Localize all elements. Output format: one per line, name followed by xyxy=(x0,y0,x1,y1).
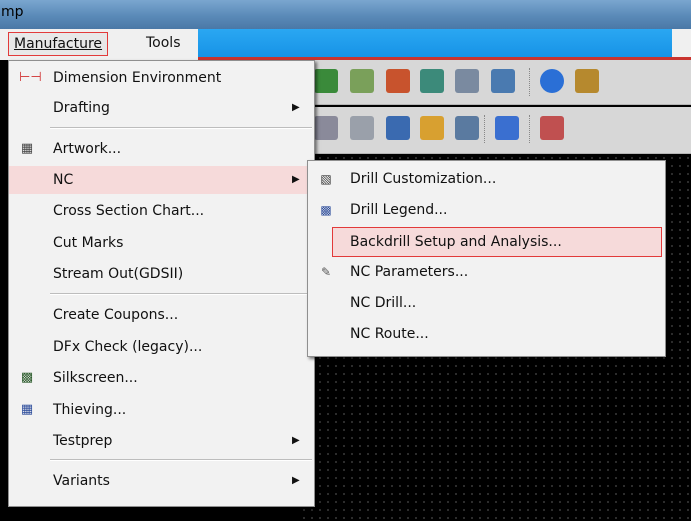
menu-item-artwork[interactable]: ▦ Artwork... xyxy=(9,135,314,163)
window-title: mp xyxy=(1,4,24,20)
menu-item-drafting[interactable]: Drafting ▶ xyxy=(9,94,314,122)
menu-item-label: Create Coupons... xyxy=(53,307,179,323)
menu-separator xyxy=(50,459,312,461)
menu-item-variants[interactable]: Variants ▶ xyxy=(9,467,314,495)
menu-separator xyxy=(50,127,312,129)
menu-item-label: DFx Check (legacy)... xyxy=(53,339,203,355)
submenu-arrow-icon: ▶ xyxy=(292,475,300,486)
nc-submenu: ▧ Drill Customization... ▩ Drill Legend.… xyxy=(307,160,666,357)
testprep-icon[interactable] xyxy=(420,116,444,140)
menu-item-label: Silkscreen... xyxy=(53,370,138,386)
properties-icon[interactable] xyxy=(575,69,599,93)
submenu-item-nc-route[interactable]: NC Route... xyxy=(308,320,665,348)
placement-icon[interactable] xyxy=(386,116,410,140)
toolbar-separator xyxy=(484,115,487,143)
thieving-icon: ▦ xyxy=(20,402,34,417)
rename-refdes-icon[interactable] xyxy=(314,116,338,140)
menu-item-create-coupons[interactable]: Create Coupons... xyxy=(9,301,314,329)
edit-icon[interactable] xyxy=(540,116,564,140)
menu-item-label: Testprep xyxy=(53,433,113,449)
toolbar-separator xyxy=(529,68,532,96)
submenu-arrow-icon: ▶ xyxy=(292,102,300,113)
submenu-arrow-icon: ▶ xyxy=(292,174,300,185)
menu-item-testprep[interactable]: Testprep ▶ xyxy=(9,427,314,455)
submenu-item-nc-drill[interactable]: NC Drill... xyxy=(308,289,665,317)
menu-item-thieving[interactable]: ▦ Thieving... xyxy=(9,396,314,424)
info-icon[interactable] xyxy=(540,69,564,93)
menu-manufacture[interactable]: Manufacture xyxy=(8,32,109,56)
submenu-item-label: NC Drill... xyxy=(350,295,417,311)
submenu-item-label: Drill Legend... xyxy=(350,202,448,218)
grid-tool-icon[interactable] xyxy=(314,69,338,93)
toolbar-second xyxy=(300,107,691,154)
menu-bar: Manufacture Tools xyxy=(0,29,691,60)
dimension-icon: ⊢⊣ xyxy=(19,70,42,85)
menu-item-silkscreen[interactable]: ▩ Silkscreen... xyxy=(9,364,314,392)
route-icon[interactable] xyxy=(495,116,519,140)
submenu-arrow-icon: ▶ xyxy=(292,435,300,446)
submenu-item-nc-parameters[interactable]: ✎ NC Parameters... xyxy=(308,258,665,286)
menu-item-cut-marks[interactable]: Cut Marks xyxy=(9,229,314,257)
cm-tool-icon[interactable] xyxy=(420,69,444,93)
rats-tool-icon[interactable] xyxy=(386,69,410,93)
menu-item-label: Thieving... xyxy=(53,402,127,418)
stack-tool-icon[interactable] xyxy=(350,69,374,93)
matrix-icon[interactable] xyxy=(455,116,479,140)
nc-parameters-icon: ✎ xyxy=(320,265,332,279)
menu-item-label: Dimension Environment xyxy=(53,70,222,86)
dfa-tool-icon[interactable] xyxy=(455,69,479,93)
menu-item-cross-section-chart[interactable]: Cross Section Chart... xyxy=(9,197,314,225)
menu-separator xyxy=(50,293,312,295)
submenu-item-backdrill-setup[interactable]: Backdrill Setup and Analysis... xyxy=(332,227,662,257)
menu-tools[interactable]: Tools xyxy=(141,32,186,54)
submenu-item-drill-legend[interactable]: ▩ Drill Legend... xyxy=(308,196,665,224)
submenu-item-drill-customization[interactable]: ▧ Drill Customization... xyxy=(308,165,665,193)
menu-manufacture-label: Manufacture xyxy=(14,36,103,52)
menu-item-stream-out[interactable]: Stream Out(GDSII) xyxy=(9,260,314,288)
submenu-item-label: Drill Customization... xyxy=(350,171,497,187)
3d-view-icon[interactable] xyxy=(491,69,515,93)
menu-item-label: Artwork... xyxy=(53,141,122,157)
manufacture-dropdown: ⊢⊣ Dimension Environment Drafting ▶ ▦ Ar… xyxy=(8,60,315,507)
artwork-icon: ▦ xyxy=(20,141,34,156)
submenu-item-label: NC Route... xyxy=(350,326,429,342)
drill-customization-icon: ▧ xyxy=(320,172,332,186)
toolbar-separator xyxy=(529,115,532,143)
menu-item-label: Drafting xyxy=(53,100,110,116)
menu-bar-right-cap xyxy=(672,29,691,60)
menu-item-label: Cut Marks xyxy=(53,235,124,251)
toolbar-top xyxy=(300,60,691,105)
submenu-item-label: NC Parameters... xyxy=(350,264,469,280)
menu-item-label: Variants xyxy=(53,473,110,489)
drill-legend-icon: ▩ xyxy=(320,203,332,217)
menu-item-label: NC xyxy=(53,172,74,188)
menu-item-label: Stream Out(GDSII) xyxy=(53,266,184,282)
silkscreen-icon: ▩ xyxy=(20,370,34,385)
menu-item-dfx-check[interactable]: DFx Check (legacy)... xyxy=(9,333,314,361)
menu-item-nc[interactable]: NC ▶ xyxy=(9,166,314,194)
menu-tools-label: Tools xyxy=(146,35,181,51)
menu-item-label: Cross Section Chart... xyxy=(53,203,205,219)
menu-item-dimension-environment[interactable]: ⊢⊣ Dimension Environment xyxy=(9,64,314,92)
report-icon[interactable] xyxy=(350,116,374,140)
window-titlebar: mp xyxy=(0,0,691,29)
submenu-item-label: Backdrill Setup and Analysis... xyxy=(350,234,562,250)
